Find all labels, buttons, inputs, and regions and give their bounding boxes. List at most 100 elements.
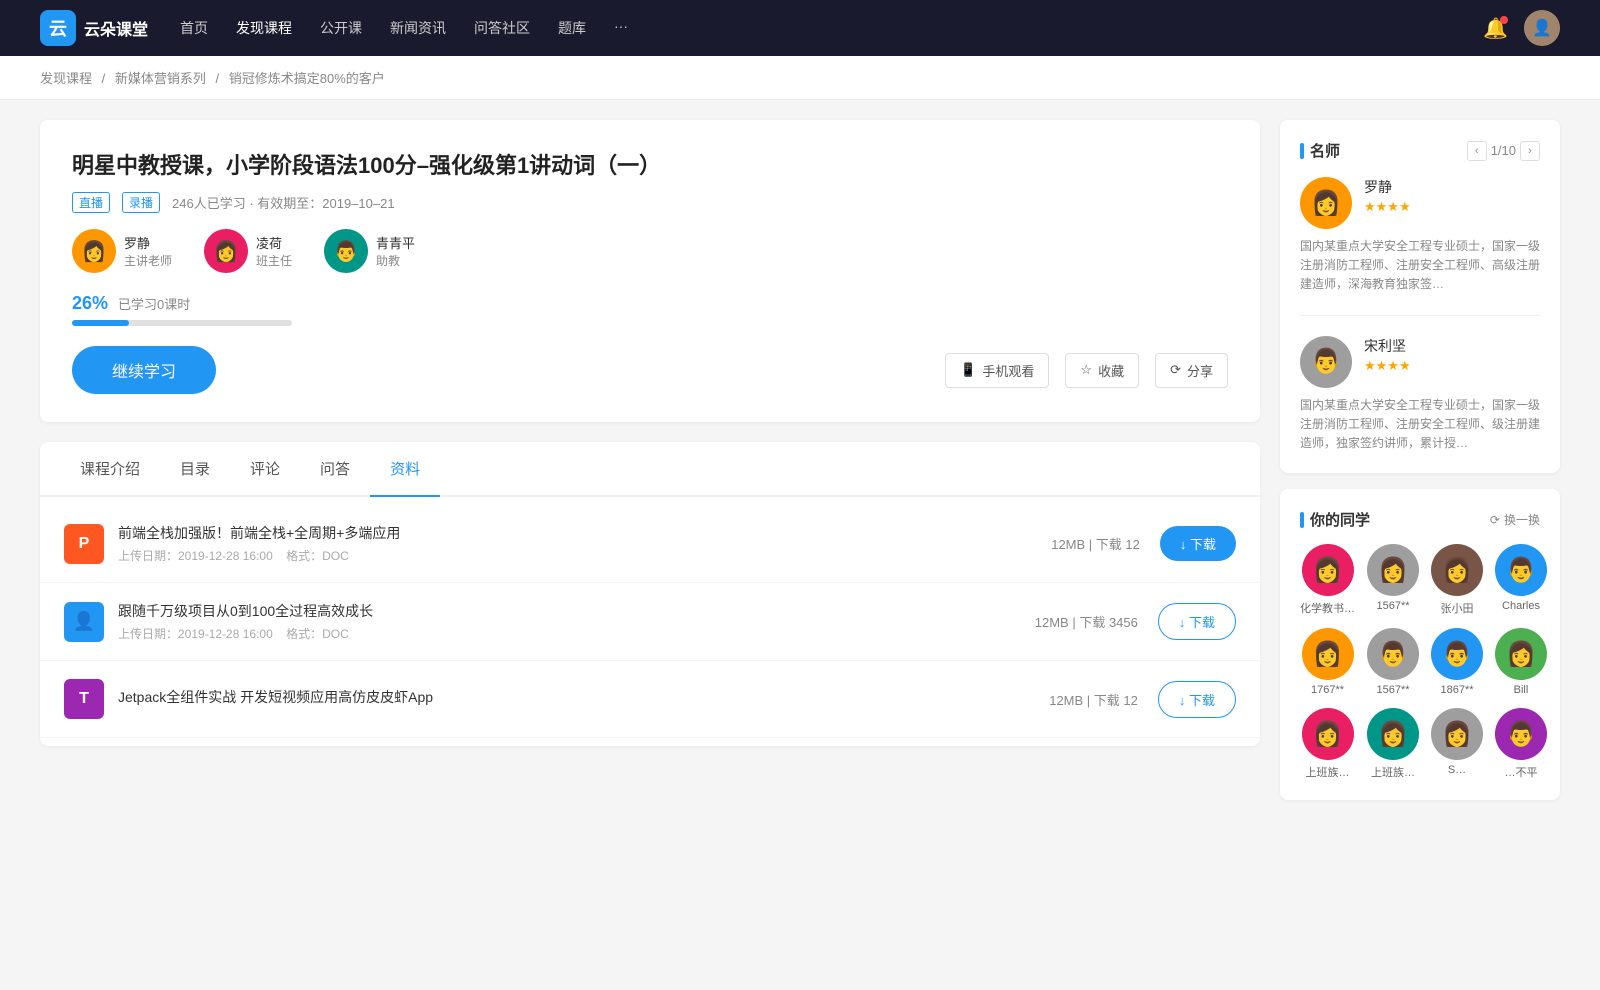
classmate-10-name: 上班族… <box>1371 764 1415 780</box>
teacher-2-role: 班主任 <box>256 252 292 269</box>
prev-page-button[interactable]: ‹ <box>1467 141 1487 161</box>
classmate-7-avatar: 👨 <box>1431 628 1483 680</box>
teachers-card-title: 名师 <box>1300 140 1340 161</box>
mobile-label: 手机观看 <box>982 361 1034 380</box>
classmate-7-name: 1867** <box>1440 684 1473 696</box>
classmate-6-avatar: 👨 <box>1367 628 1419 680</box>
teachers-list: 👩 罗静 主讲老师 👩 凌荷 班主任 👨 青青平 <box>72 229 1228 273</box>
classmate-5[interactable]: 👩 1767** <box>1300 628 1355 696</box>
course-meta-text: 246人已学习 · 有效期至：2019–10–21 <box>172 193 395 212</box>
tp-desc-2: 国内某重点大学安全工程专业硕士，国家一级注册消防工程师、注册安全工程师、级注册建… <box>1300 396 1540 454</box>
classmate-7[interactable]: 👨 1867** <box>1431 628 1483 696</box>
resource-1-download[interactable]: ↓ 下载 <box>1160 526 1236 561</box>
tp-info-1: 罗静 ★★★★ <box>1364 177 1411 215</box>
classmate-8-name: Bill <box>1514 684 1529 696</box>
notification-bell[interactable]: 🔔 <box>1483 16 1508 41</box>
page-indicator: 1/10 <box>1491 143 1516 158</box>
teacher-1-role: 主讲老师 <box>124 252 172 269</box>
classmate-12-avatar: 👨 <box>1495 708 1547 760</box>
teacher-2-avatar: 👩 <box>204 229 248 273</box>
logo[interactable]: 云 云朵课堂 <box>40 10 148 46</box>
nav-more[interactable]: ··· <box>614 14 628 42</box>
nav-news[interactable]: 新闻资讯 <box>390 14 446 42</box>
tp-header-2: 👨 宋利坚 ★★★★ <box>1300 336 1540 388</box>
refresh-button[interactable]: ⟳ 换一换 <box>1490 511 1540 528</box>
resource-1-name: 前端全栈加强版！前端全栈+全周期+多端应用 <box>118 523 1051 543</box>
classmate-12[interactable]: 👨 …不平 <box>1495 708 1547 780</box>
classmate-5-avatar: 👩 <box>1302 628 1354 680</box>
tag-record: 录播 <box>122 192 160 213</box>
classmate-11-name: S… <box>1448 764 1466 776</box>
classmate-10-avatar: 👩 <box>1367 708 1419 760</box>
classmate-8[interactable]: 👩 Bill <box>1495 628 1547 696</box>
share-icon: ⟳ <box>1170 362 1181 378</box>
teacher-1-name: 罗静 <box>124 233 172 252</box>
nav-qa[interactable]: 问答社区 <box>474 14 530 42</box>
course-card: 明星中教授课，小学阶段语法100分–强化级第1讲动词（一） 直播 录播 246人… <box>40 120 1260 422</box>
nav-items: 首页 发现课程 公开课 新闻资讯 问答社区 题库 ··· <box>180 14 1451 42</box>
tab-intro[interactable]: 课程介绍 <box>60 442 160 495</box>
classmates-title: 你的同学 <box>1300 509 1370 530</box>
classmate-2-avatar: 👩 <box>1367 544 1419 596</box>
nav-quiz[interactable]: 题库 <box>558 14 586 42</box>
classmate-3-avatar: 👩 <box>1431 544 1483 596</box>
favorite-button[interactable]: ☆ 收藏 <box>1065 353 1139 388</box>
resource-2-download[interactable]: ↓ 下载 <box>1158 603 1236 640</box>
tp-header-1: 👩 罗静 ★★★★ <box>1300 177 1540 229</box>
resource-1-stats: 12MB | 下载 12 <box>1051 534 1140 553</box>
next-page-button[interactable]: › <box>1520 141 1540 161</box>
breadcrumb-series[interactable]: 新媒体营销系列 <box>115 71 206 86</box>
teacher-1-avatar: 👩 <box>72 229 116 273</box>
continue-button[interactable]: 继续学习 <box>72 346 216 394</box>
refresh-label: 换一换 <box>1504 511 1540 528</box>
resource-3-info: Jetpack全组件实战 开发短视频应用高仿皮皮虾App <box>118 687 1049 711</box>
tab-qa[interactable]: 问答 <box>300 442 370 495</box>
tag-live: 直播 <box>72 192 110 213</box>
nav-home[interactable]: 首页 <box>180 14 208 42</box>
classmate-3[interactable]: 👩 张小田 <box>1431 544 1483 616</box>
tp-info-2: 宋利坚 ★★★★ <box>1364 336 1411 374</box>
tab-resources[interactable]: 资料 <box>370 442 440 495</box>
teacher-3-name: 青青平 <box>376 233 415 252</box>
classmate-2-name: 1567** <box>1376 600 1409 612</box>
navbar: 云 云朵课堂 首页 发现课程 公开课 新闻资讯 问答社区 题库 ··· 🔔 👤 <box>0 0 1600 56</box>
classmate-1[interactable]: 👩 化学教书… <box>1300 544 1355 616</box>
nav-open[interactable]: 公开课 <box>320 14 362 42</box>
teacher-3-role: 助教 <box>376 252 415 269</box>
classmate-11-avatar: 👩 <box>1431 708 1483 760</box>
classmate-4-avatar: 👨 <box>1495 544 1547 596</box>
tp-desc-1: 国内某重点大学安全工程专业硕士，国家一级注册消防工程师、注册安全工程师、高级注册… <box>1300 237 1540 295</box>
breadcrumb-discover[interactable]: 发现课程 <box>40 71 92 86</box>
classmates-header: 你的同学 ⟳ 换一换 <box>1300 509 1540 530</box>
resource-2-meta: 上传日期：2019-12-28 16:00 格式：DOC <box>118 625 1035 642</box>
resources-list: P 前端全栈加强版！前端全栈+全周期+多端应用 上传日期：2019-12-28 … <box>40 497 1260 746</box>
classmate-11[interactable]: 👩 S… <box>1431 708 1483 780</box>
right-sidebar: 名师 ‹ 1/10 › 👩 罗静 ★★★★ 国内某重点大学安全工程专业硕士，国家… <box>1280 120 1560 816</box>
nav-discover[interactable]: 发现课程 <box>236 14 292 42</box>
classmate-4[interactable]: 👨 Charles <box>1495 544 1547 616</box>
tab-catalog[interactable]: 目录 <box>160 442 230 495</box>
classmate-9[interactable]: 👩 上班族… <box>1300 708 1355 780</box>
logo-icon: 云 <box>40 10 76 46</box>
favorite-label: 收藏 <box>1098 361 1124 380</box>
classmate-1-avatar: 👩 <box>1302 544 1354 596</box>
resource-item: 👤 跟随千万级项目从0到100全过程高效成长 上传日期：2019-12-28 1… <box>40 583 1260 661</box>
mobile-watch-button[interactable]: 📱 手机观看 <box>945 353 1049 388</box>
progress-bar-bg <box>72 320 292 326</box>
classmate-3-name: 张小田 <box>1441 600 1474 616</box>
breadcrumb-sep2: / <box>216 71 223 86</box>
user-avatar[interactable]: 👤 <box>1524 10 1560 46</box>
course-actions: 继续学习 📱 手机观看 ☆ 收藏 ⟳ 分享 <box>72 346 1228 394</box>
teacher-2-name: 凌荷 <box>256 233 292 252</box>
tab-review[interactable]: 评论 <box>230 442 300 495</box>
resource-2-stats: 12MB | 下载 3456 <box>1035 612 1138 631</box>
resource-3-download[interactable]: ↓ 下载 <box>1158 681 1236 718</box>
tabs-section: 课程介绍 目录 评论 问答 资料 P 前端全栈加强版！前端全栈+全周期+多端应用… <box>40 442 1260 746</box>
classmate-10[interactable]: 👩 上班族… <box>1367 708 1419 780</box>
classmate-6[interactable]: 👨 1567** <box>1367 628 1419 696</box>
breadcrumb-current[interactable]: 销冠修炼术搞定80%的客户 <box>229 71 385 86</box>
resource-3-stats: 12MB | 下载 12 <box>1049 690 1138 709</box>
classmate-2[interactable]: 👩 1567** <box>1367 544 1419 616</box>
share-button[interactable]: ⟳ 分享 <box>1155 353 1228 388</box>
teacher-profile-1: 👩 罗静 ★★★★ 国内某重点大学安全工程专业硕士，国家一级注册消防工程师、注册… <box>1300 177 1540 316</box>
